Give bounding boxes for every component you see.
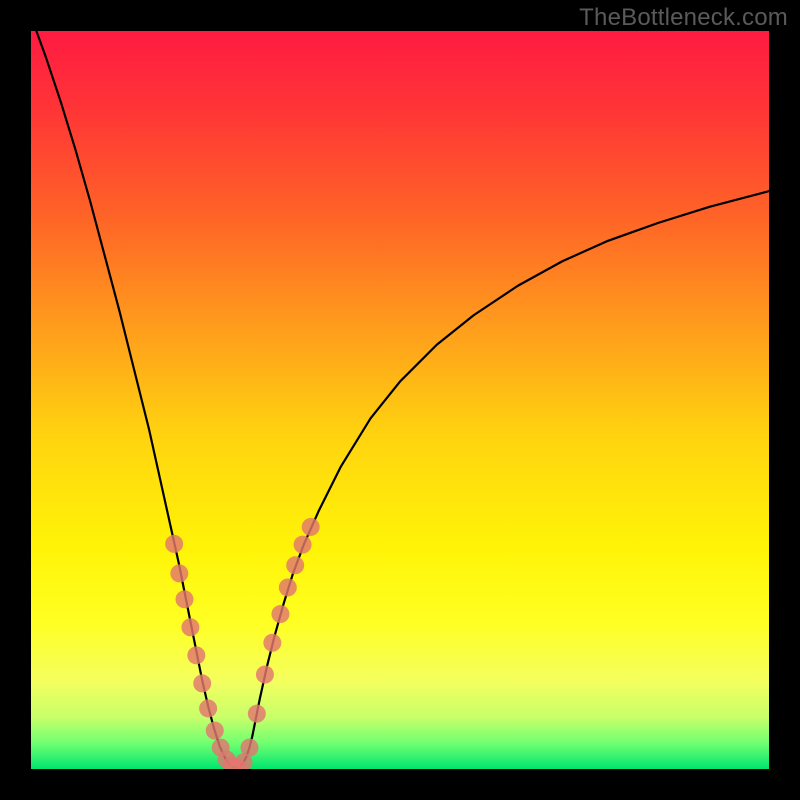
highlight-dot bbox=[193, 674, 211, 692]
bottleneck-chart bbox=[31, 31, 769, 769]
highlight-dot bbox=[199, 699, 217, 717]
highlight-dot bbox=[165, 535, 183, 553]
highlight-dot bbox=[263, 634, 281, 652]
highlight-dot bbox=[206, 722, 224, 740]
highlight-dot bbox=[302, 518, 320, 536]
watermark-text: TheBottleneck.com bbox=[579, 4, 788, 32]
chart-frame: TheBottleneck.com bbox=[0, 0, 800, 800]
highlight-dot bbox=[294, 536, 312, 554]
highlight-dot bbox=[181, 618, 199, 636]
highlight-dot bbox=[279, 578, 297, 596]
highlight-dot bbox=[286, 556, 304, 574]
highlight-dot bbox=[176, 590, 194, 608]
highlight-dot bbox=[170, 564, 188, 582]
highlight-dot bbox=[248, 705, 266, 723]
highlight-dot bbox=[256, 666, 274, 684]
highlight-dot bbox=[187, 646, 205, 664]
highlight-dot bbox=[240, 739, 258, 757]
highlight-dot bbox=[271, 605, 289, 623]
